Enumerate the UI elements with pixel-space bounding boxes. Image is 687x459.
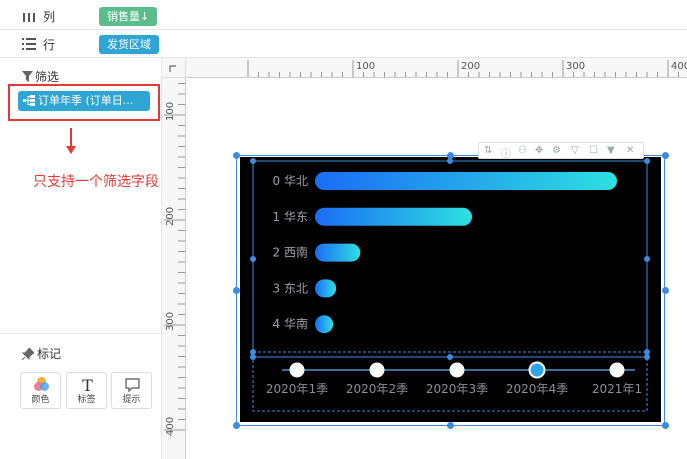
color-palette-icon (34, 377, 49, 391)
category-label: 4 华南 (273, 316, 308, 331)
inner-handle[interactable] (250, 158, 256, 164)
inner-handle[interactable] (644, 256, 650, 262)
bar[interactable] (315, 172, 617, 190)
left-ruler-ticks: 100 200 300 400 (164, 83, 185, 436)
ruler-left-label: 300 (165, 312, 176, 331)
hierarchy-icon (23, 95, 35, 106)
maximize-icon[interactable]: ☐ (589, 145, 598, 156)
bar[interactable] (315, 243, 361, 262)
bar-chart: 0 华北 1 华东 2 西南 3 东北 4 华南 2020年1季 2020年2季 2020年3… (250, 158, 650, 412)
timeline-node-selected[interactable] (528, 361, 546, 379)
settings-icon[interactable]: ⚙ (552, 145, 561, 156)
color-mark-label: 颜色 (31, 395, 50, 405)
close-icon[interactable]: ✕ (626, 145, 634, 156)
inner-handle[interactable] (644, 349, 650, 355)
ruler-top-label: 200 (461, 61, 480, 72)
top-ruler: 100200300400500 (186, 58, 687, 78)
tooltip-icon (125, 378, 140, 393)
tooltip-mark-label: 提示 (122, 395, 141, 405)
app-root: 列 销售量↓ 行 发货区域 筛选 订单年季 (订单日... 只支持一个筛选字段 … (0, 0, 687, 459)
filter-icon (22, 71, 33, 82)
resize-handle-se[interactable] (662, 422, 669, 429)
top-ruler-ticks: 100200300400500 (247, 60, 687, 77)
timeline-node[interactable] (609, 362, 625, 378)
filter-field-pill[interactable]: 订单年季 (订单日... (18, 91, 150, 111)
left-ruler: 100 200 300 400 (162, 78, 186, 459)
timeline-label: 2020年2季 (346, 382, 408, 396)
rows-label: 行 (43, 38, 56, 52)
svg-text:T: T (82, 376, 93, 393)
ruler-left-label: 100 (165, 102, 176, 121)
timeline-label: 2020年3季 (426, 382, 488, 396)
timeline-node[interactable] (289, 362, 305, 378)
filter-section-title: 筛选 (22, 68, 59, 85)
bar[interactable] (315, 315, 334, 334)
label-mark-button[interactable]: T 标签 (66, 372, 107, 409)
link-icon[interactable]: ⚇ (518, 145, 527, 156)
columns-icon (23, 13, 35, 22)
marks-section-title: 标记 (22, 345, 61, 362)
ruler-top-label: 300 (566, 61, 585, 72)
filter-highlight-box: 订单年季 (订单日... (8, 84, 160, 121)
columns-field-pill[interactable]: 销售量↓ (99, 7, 158, 26)
text-label-icon: T (82, 376, 93, 393)
inner-handle[interactable] (447, 354, 453, 360)
ruler-corner (162, 58, 186, 78)
filter-toolbar-icon[interactable]: ▽ (571, 145, 579, 156)
timeline-label: 2020年1季 (266, 382, 328, 396)
annotation-text: 只支持一个筛选字段 (33, 174, 159, 190)
category-label: 2 西南 (273, 245, 308, 260)
drill-icon[interactable]: ⇅ (484, 145, 492, 156)
category-label: 1 华东 (273, 210, 308, 224)
category-label: 3 东北 (273, 281, 308, 295)
rows-icon (22, 38, 36, 50)
ruler-top-label: 400 (671, 61, 687, 72)
ruler-top-label: 100 (356, 61, 375, 72)
rows-field-pill[interactable]: 发货区域 (99, 35, 159, 54)
bar[interactable] (315, 279, 337, 298)
dropdown-icon[interactable]: ▼ (607, 145, 615, 156)
pin-icon (22, 348, 34, 360)
ruler-left-label: 400 (165, 417, 176, 436)
marks-title-text: 标记 (37, 347, 62, 361)
resize-handle-s[interactable] (447, 422, 454, 429)
annotation-arrow-head (66, 146, 76, 154)
info-icon[interactable]: ⓘ (501, 145, 511, 160)
ruler-corner-icon (169, 65, 176, 72)
rows-shelf: 行 发货区域 (0, 30, 687, 58)
columns-shelf: 列 销售量↓ (0, 2, 687, 30)
resize-handle-n[interactable] (447, 152, 454, 159)
timeline-node[interactable] (449, 362, 465, 378)
resize-handle-w[interactable] (233, 287, 240, 294)
resize-handle-nw[interactable] (233, 152, 240, 159)
resize-handle-ne[interactable] (662, 152, 669, 159)
inner-handle[interactable] (250, 256, 256, 262)
label-mark-label: 标签 (77, 395, 96, 405)
annotation-arrow (70, 128, 72, 148)
chart-toolbar: ⇅ ⓘ ⚇ ✥ ⚙ ▽ ☐ ▼ ✕ (478, 142, 644, 160)
resize-handle-e[interactable] (662, 287, 669, 294)
timeline-node[interactable] (369, 362, 385, 378)
columns-label: 列 (43, 10, 56, 24)
plot-area-frame (252, 160, 648, 358)
filter-pill-label: 订单年季 (订单日... (38, 94, 134, 107)
left-panel: 筛选 订单年季 (订单日... 只支持一个筛选字段 标记 颜色 T 标签 提示 (0, 58, 162, 459)
bar[interactable] (315, 207, 473, 226)
category-label: 0 华北 (273, 174, 308, 188)
inner-handle[interactable] (644, 158, 650, 164)
timeline-label: 2021年1 (592, 382, 642, 396)
filter-title-text: 筛选 (35, 70, 60, 84)
inner-handle[interactable] (250, 349, 256, 355)
bar-chart-widget[interactable]: 0 华北 1 华东 2 西南 3 东北 4 华南 2020年1季 2020年2季 2020年3… (240, 157, 661, 422)
ruler-left-label: 200 (165, 207, 176, 226)
resize-handle-sw[interactable] (233, 422, 240, 429)
move-icon[interactable]: ✥ (535, 145, 543, 156)
color-mark-button[interactable]: 颜色 (20, 372, 61, 409)
timeline-label: 2020年4季 (506, 382, 568, 396)
tooltip-mark-button[interactable]: 提示 (111, 372, 152, 409)
marks-divider (0, 333, 161, 334)
